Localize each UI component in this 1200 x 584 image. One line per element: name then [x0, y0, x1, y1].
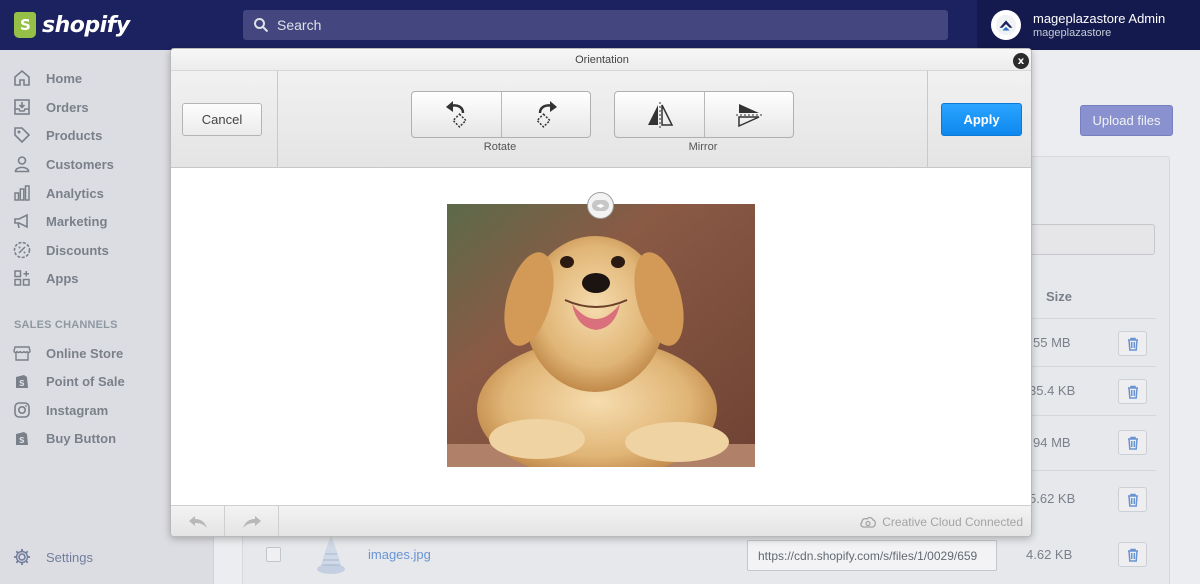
image-canvas: ◂▸ — [171, 169, 1031, 505]
cancel-button[interactable]: Cancel — [182, 103, 262, 136]
rotate-handle[interactable]: ◂▸ — [587, 192, 614, 219]
dialog-title: Orientation — [171, 49, 1031, 71]
flip-vertical-button[interactable] — [704, 92, 793, 137]
redo-icon — [242, 516, 261, 528]
undo-button[interactable] — [171, 506, 225, 536]
puppy-photo — [447, 204, 755, 467]
orientation-toolbar: Cancel Rotate Mirror Apply — [171, 71, 1031, 168]
toolbar-divider — [277, 71, 278, 168]
search-icon — [254, 18, 269, 33]
orientation-dialog: Orientation x Cancel Rotate Mirror Apply… — [170, 48, 1032, 537]
toolbar-divider — [927, 71, 928, 168]
rotate-label: Rotate — [483, 141, 517, 153]
brand-name: shopify — [42, 12, 130, 38]
mirror-button-group — [614, 91, 794, 138]
creative-cloud-icon — [860, 516, 877, 528]
dialog-footer: Creative Cloud Connected — [171, 505, 1031, 536]
account-store: mageplazastore — [1033, 27, 1112, 39]
shopify-logo[interactable]: shopify — [0, 0, 214, 50]
flip-horizontal-icon — [647, 101, 673, 128]
creative-cloud-status: Creative Cloud Connected — [860, 515, 1023, 529]
top-bar: shopify Search mageplazastore Admin mage… — [0, 0, 1200, 50]
avatar — [991, 10, 1021, 40]
undo-icon — [188, 516, 207, 528]
rotate-right-icon — [536, 100, 557, 128]
rotate-right-button[interactable] — [501, 92, 590, 137]
search-bar[interactable]: Search — [243, 10, 948, 40]
account-menu[interactable]: mageplazastore Admin mageplazastore — [977, 0, 1200, 50]
status-text: Creative Cloud Connected — [882, 515, 1023, 529]
rotate-left-icon — [445, 100, 467, 128]
close-button[interactable]: x — [1013, 53, 1029, 69]
flip-vertical-icon — [736, 103, 762, 127]
account-name: mageplazastore Admin — [1033, 11, 1166, 26]
rotate-left-button[interactable] — [412, 92, 501, 137]
shopify-bag-icon — [14, 12, 36, 38]
apply-button[interactable]: Apply — [941, 103, 1022, 136]
rotate-button-group — [411, 91, 591, 138]
search-placeholder: Search — [277, 17, 322, 33]
flip-horizontal-button[interactable] — [615, 92, 704, 137]
arrows-icon: ◂▸ — [592, 200, 609, 211]
mirror-label: Mirror — [688, 141, 718, 153]
redo-button[interactable] — [225, 506, 279, 536]
store-logo-icon — [995, 14, 1017, 36]
